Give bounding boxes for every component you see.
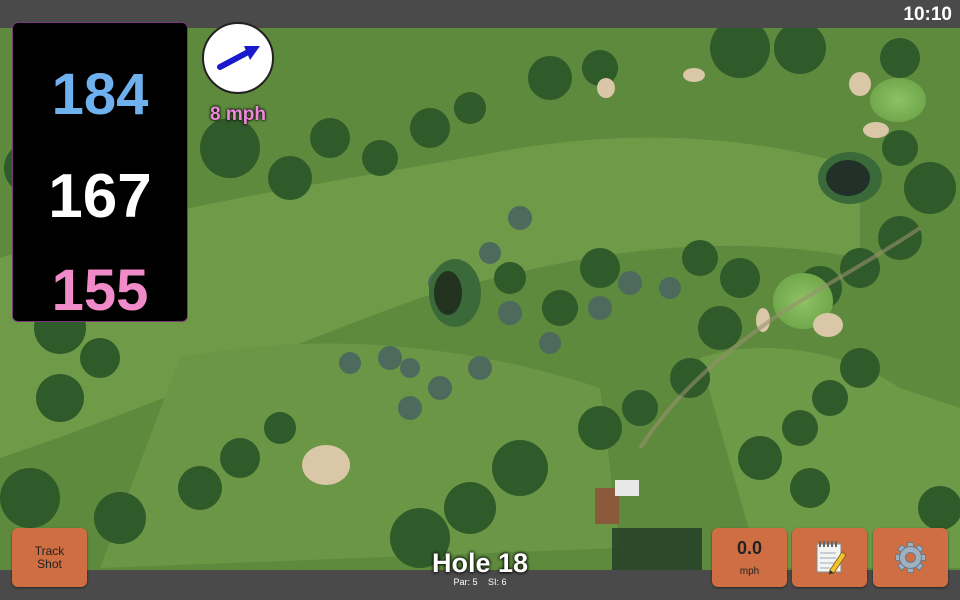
speed-button[interactable]: 0.0 mph [712,528,787,587]
notepad-icon [816,541,847,575]
wind-direction-dial [202,22,274,94]
clock: 10:10 [903,4,952,25]
settings-button[interactable] [873,528,948,587]
hole-meta: Par: 5 SI: 6 [420,577,540,587]
hole-title: Hole 18 [431,548,529,578]
scorecard-notes-button[interactable] [792,528,867,587]
speed-unit: mph [739,566,760,577]
track-shot-button[interactable]: Track Shot [12,528,87,587]
gear-icon [895,542,926,573]
wind-arrow-icon [217,46,260,70]
speed-value: 0.0 [736,538,763,558]
middle-of-green-distance: 167 [48,162,152,231]
back-of-green-distance: 184 [51,62,149,127]
wind-speed-label: 8 mph [210,104,266,125]
hole-stroke-index: SI: 6 [488,577,507,587]
distance-panel: 184 167 155 [12,22,188,322]
track-shot-label-line2: Shot [37,557,62,571]
hole-par: Par: 5 [453,577,478,587]
front-of-green-distance: 155 [51,258,149,323]
